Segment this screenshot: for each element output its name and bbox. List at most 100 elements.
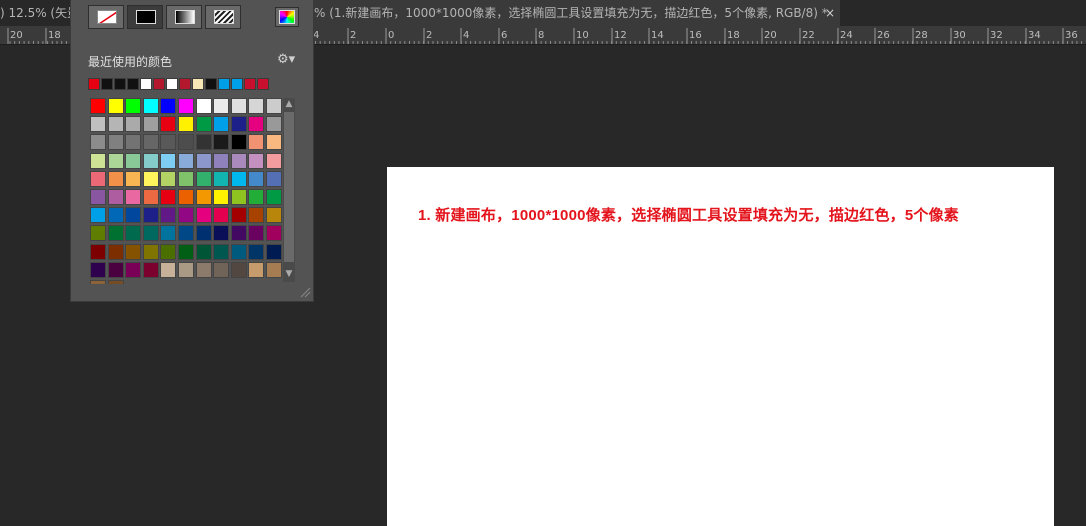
color-swatch[interactable] [195, 98, 212, 114]
color-swatch[interactable] [142, 225, 159, 242]
color-swatch[interactable] [160, 225, 177, 242]
color-swatch[interactable] [230, 189, 247, 205]
color-swatch[interactable] [195, 243, 212, 260]
gear-icon[interactable]: ⚙▾ [277, 52, 295, 67]
color-swatch[interactable] [178, 261, 194, 278]
color-swatch[interactable] [125, 134, 142, 151]
color-swatch[interactable] [160, 152, 177, 169]
color-swatch[interactable] [160, 98, 177, 114]
color-swatch[interactable] [248, 189, 265, 205]
color-swatch[interactable] [125, 116, 142, 133]
color-swatch[interactable] [125, 152, 142, 169]
color-swatch[interactable] [125, 207, 142, 224]
color-swatch[interactable] [266, 134, 282, 151]
gradient-fill-button[interactable] [166, 5, 202, 29]
color-swatch[interactable] [90, 116, 106, 133]
color-swatch[interactable] [142, 243, 159, 260]
color-swatch[interactable] [178, 207, 194, 224]
color-swatch[interactable] [160, 243, 177, 260]
color-swatch[interactable] [90, 189, 106, 205]
color-swatch[interactable] [248, 116, 265, 133]
color-swatch[interactable] [160, 207, 177, 224]
color-swatch[interactable] [178, 98, 194, 114]
color-swatch[interactable] [213, 189, 230, 205]
document-canvas[interactable]: 1. 新建画布，1000*1000像素，选择椭圆工具设置填充为无，描边红色，5个… [387, 167, 1054, 526]
scroll-up-icon[interactable]: ▲ [283, 98, 295, 110]
color-swatch[interactable] [142, 152, 159, 169]
color-swatch[interactable] [266, 170, 282, 187]
color-swatch[interactable] [248, 134, 265, 151]
color-swatch[interactable] [90, 152, 106, 169]
color-swatch[interactable] [248, 243, 265, 260]
color-swatch[interactable] [178, 152, 194, 169]
color-swatch[interactable] [90, 225, 106, 242]
recent-color-swatch[interactable] [179, 78, 191, 90]
color-swatch[interactable] [107, 134, 124, 151]
resize-grip-icon[interactable] [299, 286, 311, 298]
color-swatch[interactable] [230, 261, 247, 278]
color-swatch[interactable] [248, 261, 265, 278]
color-picker-button[interactable] [275, 7, 299, 27]
color-swatch[interactable] [213, 243, 230, 260]
color-swatch[interactable] [213, 134, 230, 151]
document-tab-active[interactable]: % (1.新建画布，1000*1000像素，选择椭圆工具设置填充为无，描边红色，… [312, 0, 840, 26]
recent-color-swatch[interactable] [257, 78, 269, 90]
color-swatch[interactable] [213, 207, 230, 224]
color-swatch[interactable] [107, 170, 124, 187]
color-swatch[interactable] [195, 189, 212, 205]
color-swatch[interactable] [107, 261, 124, 278]
color-swatch[interactable] [248, 98, 265, 114]
color-swatch[interactable] [107, 243, 124, 260]
color-swatch[interactable] [213, 152, 230, 169]
color-swatch[interactable] [230, 207, 247, 224]
color-swatch[interactable] [266, 116, 282, 133]
color-swatch[interactable] [178, 116, 194, 133]
color-swatch[interactable] [248, 152, 265, 169]
color-swatch[interactable] [213, 98, 230, 114]
color-swatch[interactable] [90, 280, 106, 284]
tab-close-icon[interactable]: × [822, 0, 838, 26]
solid-fill-button[interactable] [127, 5, 163, 29]
color-swatch[interactable] [178, 134, 194, 151]
color-swatch[interactable] [195, 170, 212, 187]
color-swatch[interactable] [107, 189, 124, 205]
color-swatch[interactable] [160, 189, 177, 205]
color-swatch[interactable] [195, 152, 212, 169]
color-swatch[interactable] [142, 207, 159, 224]
no-fill-button[interactable] [88, 5, 124, 29]
color-swatch[interactable] [178, 225, 194, 242]
color-swatch[interactable] [248, 225, 265, 242]
color-swatch[interactable] [142, 261, 159, 278]
color-swatch[interactable] [266, 98, 282, 114]
color-swatch[interactable] [178, 243, 194, 260]
color-swatch[interactable] [142, 98, 159, 114]
color-swatch[interactable] [107, 116, 124, 133]
recent-color-swatch[interactable] [140, 78, 152, 90]
color-swatch[interactable] [90, 207, 106, 224]
recent-color-swatch[interactable] [205, 78, 217, 90]
recent-color-swatch[interactable] [101, 78, 113, 90]
color-swatch[interactable] [266, 243, 282, 260]
recent-color-swatch[interactable] [166, 78, 178, 90]
color-swatch[interactable] [213, 225, 230, 242]
color-swatch[interactable] [195, 116, 212, 133]
recent-color-swatch[interactable] [192, 78, 204, 90]
scroll-thumb[interactable] [284, 112, 294, 262]
color-swatch[interactable] [125, 98, 142, 114]
color-swatch[interactable] [125, 225, 142, 242]
color-swatch[interactable] [125, 170, 142, 187]
color-swatch[interactable] [125, 243, 142, 260]
recent-color-swatch[interactable] [231, 78, 243, 90]
color-swatch[interactable] [266, 207, 282, 224]
color-swatch[interactable] [248, 207, 265, 224]
color-swatch[interactable] [213, 261, 230, 278]
color-swatch[interactable] [230, 134, 247, 151]
color-swatch[interactable] [213, 116, 230, 133]
color-swatch[interactable] [160, 170, 177, 187]
recent-color-swatch[interactable] [153, 78, 165, 90]
swatch-scrollbar[interactable]: ▲ ▼ [283, 98, 295, 282]
color-swatch[interactable] [230, 152, 247, 169]
color-swatch[interactable] [195, 207, 212, 224]
color-swatch[interactable] [230, 243, 247, 260]
recent-color-swatch[interactable] [114, 78, 126, 90]
